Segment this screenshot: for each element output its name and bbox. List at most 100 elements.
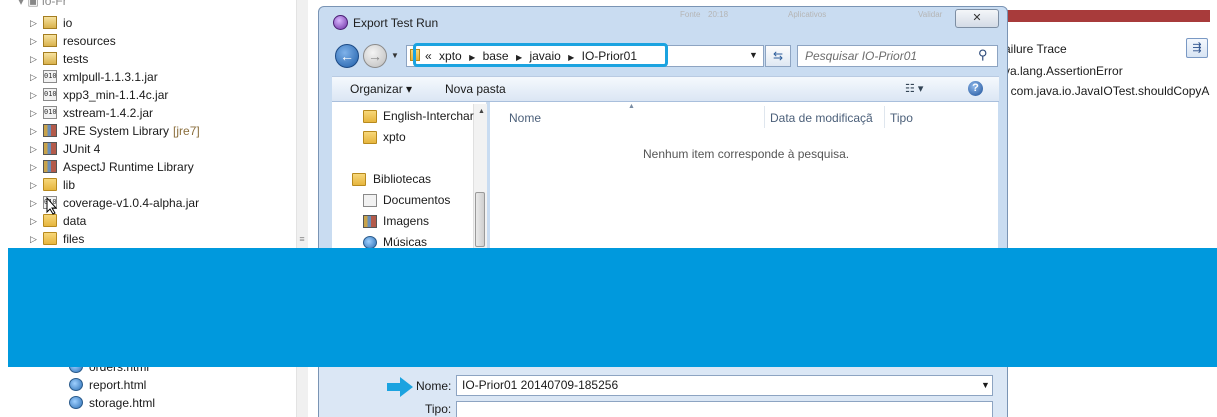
arrow-right-icon (387, 377, 413, 397)
library-icon (43, 160, 57, 173)
jar-icon: 010 (43, 70, 57, 83)
tree-row[interactable]: ▷ JRE System Library [jre7] (0, 122, 280, 140)
scroll-up-icon[interactable]: ▲ (478, 108, 485, 115)
expand-arrow-icon[interactable]: ▷ (30, 163, 38, 172)
empty-results-message: Nenhum item corresponde à pesquisa. (643, 147, 850, 161)
filename-value[interactable]: IO-Prior01 20140709-185256 (462, 378, 618, 392)
expand-arrow-icon[interactable]: ▷ (30, 55, 38, 64)
tree-item-label: storage.html (89, 396, 156, 410)
tree-row[interactable]: ▷ resources (0, 32, 280, 50)
documents-icon (363, 194, 377, 207)
sort-ascending-icon: ▲ (628, 103, 635, 110)
tree-row[interactable]: ▷ data (0, 212, 280, 230)
tree-row[interactable]: ▷ 010 xpp3_min-1.1.4c.jar (0, 86, 280, 104)
tree-item-label: resources (63, 34, 116, 48)
tree-row[interactable]: storage.html (8, 394, 288, 412)
type-label: Tipo: (425, 402, 452, 416)
tree-row[interactable]: ▷ tests (0, 50, 280, 68)
history-dropdown-icon[interactable]: ▼ (391, 51, 400, 60)
view-options-icon[interactable]: ☷ ▾ (905, 82, 923, 95)
nav-item[interactable]: Músicas (383, 235, 427, 249)
library-icon (43, 124, 57, 137)
failure-trace-title: ailure Trace (1004, 42, 1067, 56)
type-select[interactable] (456, 401, 993, 417)
tree-item-text: resources (63, 32, 116, 50)
expand-arrow-icon[interactable]: ▷ (30, 127, 38, 136)
tree-row[interactable]: ▷ io (0, 14, 280, 32)
column-date-modified[interactable]: Data de modificaçã (770, 111, 873, 125)
column-name[interactable]: Nome (509, 111, 541, 125)
tree-item-text: xpp3_min-1.1.4c.jar (63, 86, 168, 104)
dialog-title: Export Test Run (353, 16, 439, 30)
tree-item-text: JRE System Library [jre7] (63, 122, 200, 140)
package-folder-icon (43, 52, 57, 65)
refresh-button[interactable]: ⇆ (765, 45, 791, 67)
column-type[interactable]: Tipo (890, 111, 913, 125)
nav-item[interactable]: Imagens (383, 214, 429, 228)
expand-arrow-icon[interactable]: ▷ (30, 73, 38, 82)
libraries-icon (352, 173, 366, 186)
tree-item-text: storage.html (89, 394, 155, 412)
jar-icon: 010 (43, 106, 57, 119)
expand-arrow-icon[interactable]: ▷ (30, 217, 38, 226)
expand-arrow-icon[interactable]: ▷ (30, 19, 38, 28)
tree-row[interactable]: ▷ 010 xstream-1.4.2.jar (0, 104, 280, 122)
globe-icon (69, 378, 83, 391)
close-button[interactable]: ✕ (955, 9, 999, 28)
expand-arrow-icon[interactable]: ▷ (30, 235, 38, 244)
tree-item-label: report.html (89, 378, 147, 392)
tree-row[interactable]: ▷ AspectJ Runtime Library (0, 158, 280, 176)
package-folder-icon (43, 16, 57, 29)
tree-item-label: JUnit 4 (63, 142, 101, 156)
nav-item[interactable]: English-Interchar (383, 109, 474, 123)
folder-icon (363, 131, 377, 144)
tree-item-label: xstream-1.4.2.jar (63, 106, 154, 120)
tree-item-text: JUnit 4 (63, 140, 100, 158)
globe-icon (69, 396, 83, 409)
trace-line[interactable]: va.lang.AssertionError (1004, 64, 1123, 78)
tree-item-text: data (63, 212, 86, 230)
new-folder-button[interactable]: Nova pasta (445, 82, 506, 96)
dialog-app-icon (333, 15, 348, 30)
expand-arrow-icon[interactable]: ▷ (30, 109, 38, 118)
scrollbar-grip-icon[interactable]: ≡ (298, 234, 306, 244)
expand-arrow-icon[interactable]: ▷ (30, 37, 38, 46)
organize-button[interactable]: Organizar ▾ (350, 82, 412, 96)
tree-item-label: xpp3_min-1.1.4c.jar (63, 88, 169, 102)
tree-item-text: tests (63, 50, 88, 68)
tree-row[interactable]: ▷ files (0, 230, 280, 248)
search-placeholder: Pesquisar IO-Prior01 (805, 49, 918, 63)
search-icon[interactable]: ⚲ (978, 48, 992, 62)
tree-item-label: files (63, 232, 85, 246)
forward-arrow-icon[interactable]: → (363, 44, 387, 68)
help-icon[interactable]: ? (968, 81, 983, 96)
tree-row[interactable]: ▷010coverage-v1.0.4-alpha.jar (0, 194, 280, 212)
folder-icon (363, 110, 377, 123)
address-highlight-annotation (413, 43, 668, 67)
background-text: Validar (918, 10, 943, 19)
expand-arrow-icon[interactable]: ▷ (30, 199, 38, 208)
expand-arrow-icon[interactable]: ▷ (30, 181, 38, 190)
background-text: Fonte (680, 10, 701, 19)
address-dropdown-icon[interactable]: ▼ (749, 50, 758, 60)
filename-dropdown-icon[interactable]: ▼ (981, 380, 990, 390)
nav-scrollbar-thumb[interactable] (475, 192, 485, 247)
nav-item[interactable]: Bibliotecas (373, 172, 431, 186)
column-divider[interactable] (764, 106, 765, 128)
background-text: Aplicativos (788, 10, 827, 19)
tree-item-text: xstream-1.4.2.jar (63, 104, 153, 122)
compare-results-icon[interactable]: ⇶ (1186, 38, 1208, 58)
tree-row[interactable]: report.html (8, 376, 288, 394)
tree-item-label: io (63, 16, 73, 30)
tree-row[interactable]: ▷ JUnit 4 (0, 140, 280, 158)
expand-arrow-icon[interactable]: ▷ (30, 91, 38, 100)
tree-item-label: xmlpull-1.1.3.1.jar (63, 70, 158, 84)
nav-item[interactable]: Documentos (383, 193, 450, 207)
trace-line[interactable]: t com.java.io.JavaIOTest.shouldCopyA (1004, 84, 1209, 98)
nav-item[interactable]: xpto (383, 130, 406, 144)
tree-row[interactable]: ▷ 010 xmlpull-1.1.3.1.jar (0, 68, 280, 86)
column-divider[interactable] (884, 106, 885, 128)
back-arrow-icon[interactable]: ← (335, 44, 359, 68)
tree-row[interactable]: ▷ lib (0, 176, 280, 194)
expand-arrow-icon[interactable]: ▷ (30, 145, 38, 154)
